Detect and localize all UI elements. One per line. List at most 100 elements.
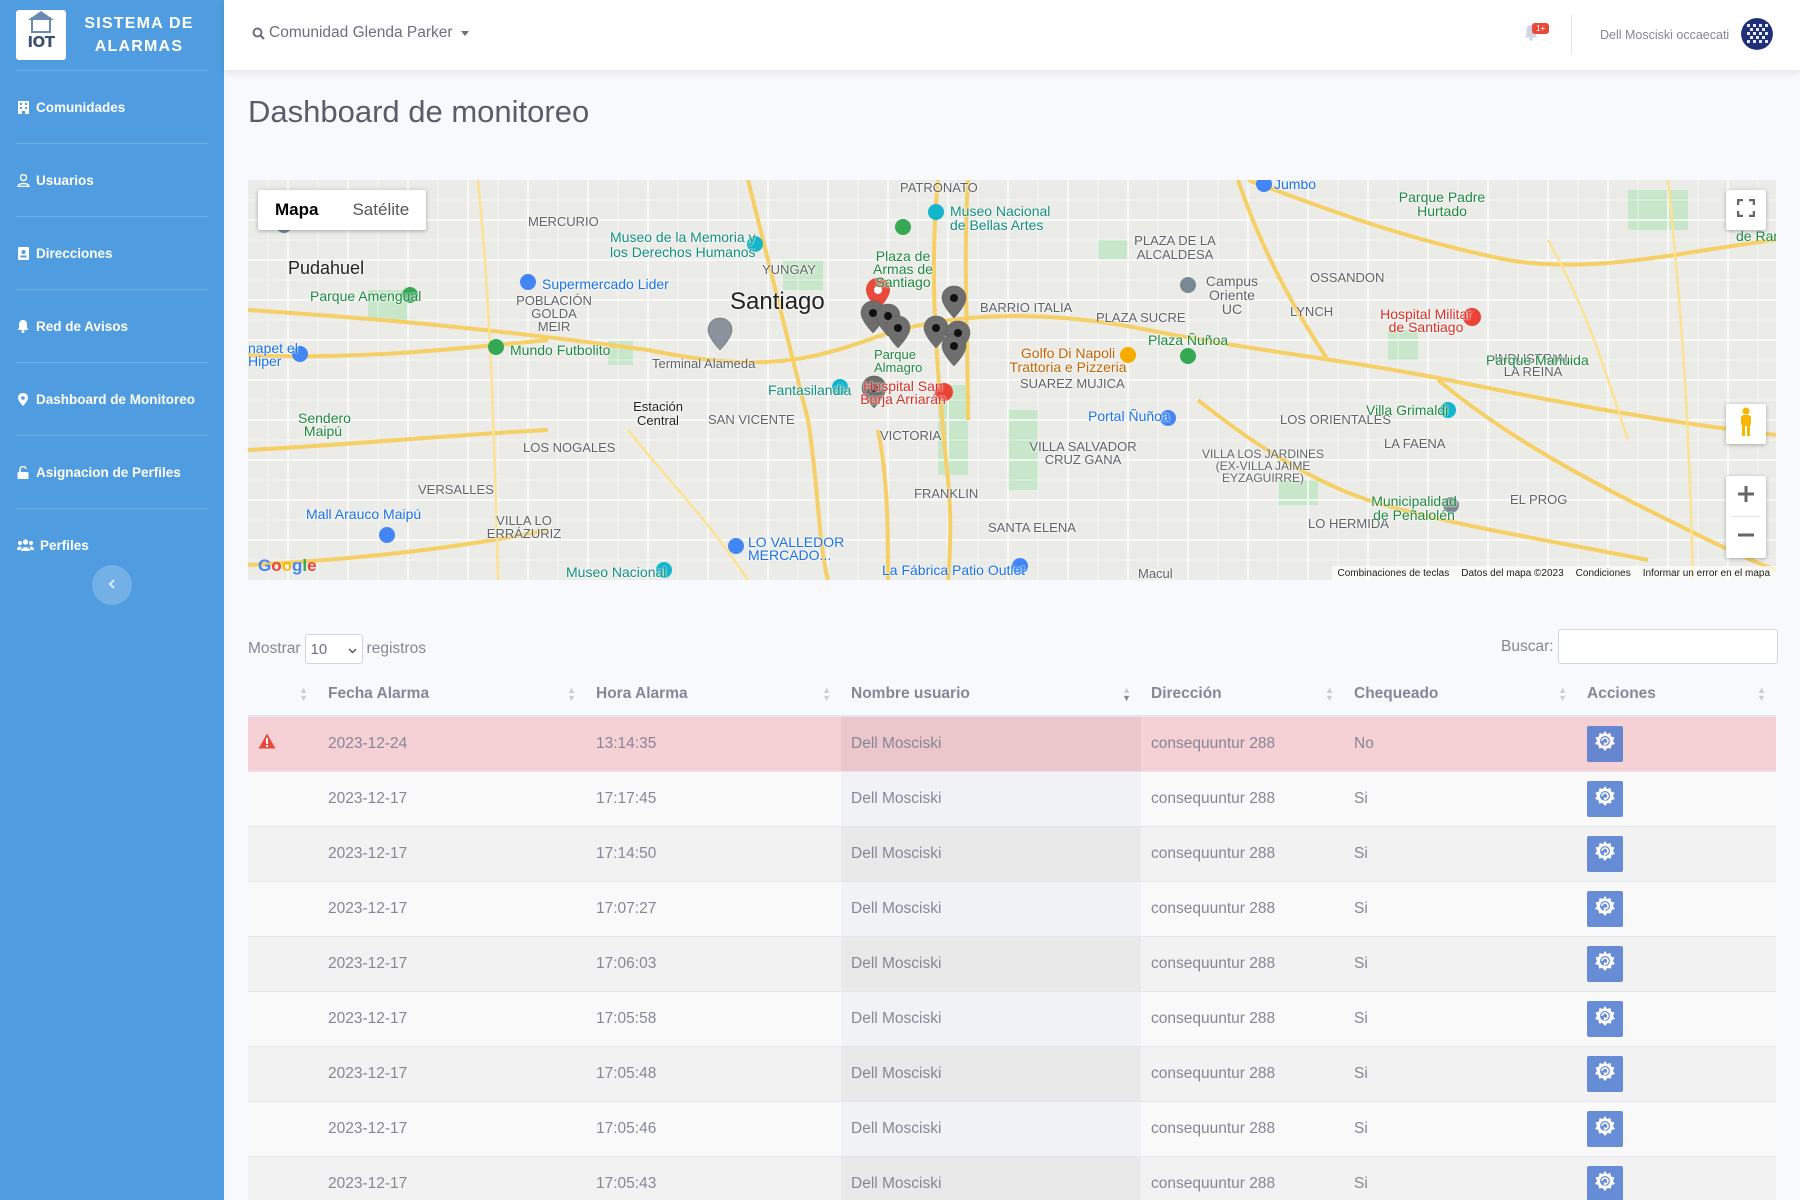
column-header-direccion[interactable]: Dirección ▲ ▼ bbox=[1141, 673, 1344, 717]
zoom-control bbox=[1726, 476, 1766, 558]
zoom-in-button[interactable] bbox=[1731, 476, 1761, 517]
map-label-terminal: Terminal Alameda bbox=[652, 356, 756, 371]
sidebar-item-label: Red de Avisos bbox=[36, 318, 129, 334]
nombre-cell: Dell Mosciski bbox=[841, 1100, 1141, 1156]
sidebar-toggle-button[interactable] bbox=[92, 565, 132, 605]
map-label-suarez: SUAREZ MUJICA bbox=[1020, 376, 1125, 391]
column-header-acciones[interactable]: Acciones ▲ ▼ bbox=[1577, 673, 1776, 717]
direccion-cell: consequuntur 288 bbox=[1141, 935, 1344, 991]
table-row: 2023-12-17 17:05:43 Dell Mosciski consequun… bbox=[248, 1155, 1776, 1200]
google-logo[interactable]: Google bbox=[258, 556, 317, 576]
gear-refresh-icon bbox=[1593, 1114, 1617, 1143]
check-alarm-button[interactable] bbox=[1587, 945, 1623, 982]
direccion-cell: consequuntur 288 bbox=[1141, 1100, 1344, 1156]
page-length-control: Mostrar 10 registros bbox=[248, 634, 426, 664]
map-keyboard-shortcuts-link[interactable]: Combinaciones de teclas bbox=[1338, 568, 1450, 579]
fecha-cell: 2023-12-17 bbox=[318, 880, 586, 936]
map-label-parque-amengual: Parque Amengual bbox=[310, 288, 422, 304]
check-alarm-button[interactable] bbox=[1587, 1165, 1623, 1200]
nombre-cell: Dell Mosciski bbox=[841, 990, 1141, 1046]
map-report-error-link[interactable]: Informar un error en el mapa bbox=[1643, 568, 1770, 579]
user-icon bbox=[16, 173, 30, 187]
search-icon bbox=[252, 27, 265, 40]
user-name[interactable]: Dell Mosciski occaecati bbox=[1600, 28, 1729, 42]
table-body: 2023-12-24 13:14:35 Dell Mosciski consequun… bbox=[248, 715, 1776, 1200]
fullscreen-button[interactable] bbox=[1726, 190, 1766, 230]
chevron-down-icon bbox=[348, 641, 357, 658]
map-label-patronato: PATRONATO bbox=[900, 180, 978, 195]
map-label-museo-memoria: Museo de la Memoria y los Derechos Human… bbox=[610, 229, 756, 260]
zoom-out-button[interactable] bbox=[1737, 517, 1755, 558]
topbar-divider bbox=[1571, 15, 1572, 55]
map-label-mundo-futbolito: Mundo Futbolito bbox=[510, 342, 611, 358]
alarms-table: ▲ ▼ Fecha Alarma ▲ ▼ Hora Alarma ▲ ▼ Nombre u… bbox=[248, 673, 1776, 1200]
search-label: Buscar: bbox=[1501, 637, 1554, 655]
column-header-hora[interactable]: Hora Alarma ▲ ▼ bbox=[586, 673, 841, 717]
search-input[interactable] bbox=[1557, 629, 1778, 664]
check-alarm-button[interactable] bbox=[1587, 1055, 1623, 1092]
check-alarm-button[interactable] bbox=[1587, 780, 1623, 817]
gear-refresh-icon bbox=[1593, 729, 1617, 758]
map-label-villa-lo-errazuriz: VILLA LO ERRÁZURIZ bbox=[486, 513, 562, 541]
table-row: 2023-12-17 17:06:03 Dell Mosciski consequun… bbox=[248, 935, 1776, 991]
check-alarm-button[interactable] bbox=[1587, 835, 1623, 872]
map-marker-icon bbox=[16, 392, 30, 406]
alerts-badge: 1+ bbox=[1532, 23, 1550, 34]
avatar[interactable] bbox=[1741, 18, 1773, 50]
direccion-cell: consequuntur 288 bbox=[1141, 1155, 1344, 1200]
check-alarm-button[interactable] bbox=[1587, 1000, 1623, 1037]
sidebar-item-direcciones[interactable]: Direcciones bbox=[0, 217, 224, 289]
fecha-cell: 2023-12-24 bbox=[318, 715, 586, 771]
column-header-status[interactable]: ▲ ▼ bbox=[248, 673, 318, 717]
map-terms-link[interactable]: Condiciones bbox=[1576, 568, 1631, 579]
check-alarm-button[interactable] bbox=[1587, 890, 1623, 927]
hora-cell: 17:05:48 bbox=[586, 1045, 841, 1101]
direccion-cell: consequuntur 288 bbox=[1141, 990, 1344, 1046]
sidebar-item-red-de-avisos[interactable]: Red de Avisos bbox=[0, 290, 224, 362]
page-length-select[interactable]: 10 bbox=[304, 634, 363, 664]
chequeado-cell: Si bbox=[1344, 935, 1577, 991]
chevron-left-icon bbox=[108, 576, 116, 594]
map-label-golfo: Golfo Di Napoli Trattoria e Pizzeria bbox=[1009, 345, 1127, 375]
fecha-cell: 2023-12-17 bbox=[318, 1100, 586, 1156]
check-alarm-button[interactable] bbox=[1587, 1110, 1623, 1147]
table-row: 2023-12-17 17:05:58 Dell Mosciski consequun… bbox=[248, 990, 1776, 1046]
sidebar-item-label: Perfiles bbox=[40, 537, 89, 553]
hora-cell: 17:05:46 bbox=[586, 1100, 841, 1156]
status-cell bbox=[248, 935, 318, 991]
column-header-chequeado[interactable]: Chequeado ▲ ▼ bbox=[1344, 673, 1577, 717]
sidebar-item-label: Usuarios bbox=[36, 172, 94, 188]
gear-refresh-icon bbox=[1593, 949, 1617, 978]
check-alarm-button[interactable] bbox=[1587, 725, 1623, 762]
map[interactable]: Santiago Pudahuel MERCURIO POBLACIÓN GOL… bbox=[248, 180, 1776, 580]
sidebar-item-dashboard-de-monitoreo[interactable]: Dashboard de Monitoreo bbox=[0, 363, 224, 435]
brand[interactable]: IOT SISTEMA DE ALARMAS bbox=[0, 0, 224, 70]
sidebar-item-usuarios[interactable]: Usuarios bbox=[0, 144, 224, 216]
community-dropdown[interactable]: Comunidad Glenda Parker bbox=[252, 24, 469, 42]
status-cell bbox=[248, 990, 318, 1046]
address-card-icon bbox=[16, 246, 30, 260]
gear-refresh-icon bbox=[1593, 1169, 1617, 1198]
acciones-cell bbox=[1577, 715, 1776, 771]
sidebar-item-asignacion-de-perfiles[interactable]: Asignacion de Perfiles bbox=[0, 436, 224, 508]
street-view-pegman[interactable] bbox=[1726, 404, 1766, 444]
show-label: Mostrar bbox=[248, 640, 301, 657]
map-label-parque-padre: Parque Padre Hurtado bbox=[1398, 189, 1486, 219]
acciones-cell bbox=[1577, 1100, 1776, 1156]
map-type-map-button[interactable]: Mapa bbox=[258, 190, 335, 230]
map-label-santiago: Santiago bbox=[730, 288, 825, 315]
map-footer: Combinaciones de teclas Datos del mapa ©… bbox=[1331, 566, 1776, 580]
nombre-cell: Dell Mosciski bbox=[841, 770, 1141, 826]
sidebar-item-label: Dashboard de Monitoreo bbox=[36, 391, 196, 407]
column-header-nombre[interactable]: Nombre usuario ▲ ▼ bbox=[841, 673, 1141, 717]
column-header-fecha[interactable]: Fecha Alarma ▲ ▼ bbox=[318, 673, 586, 717]
chequeado-cell: Si bbox=[1344, 770, 1577, 826]
map-type-satellite-button[interactable]: Satélite bbox=[335, 190, 426, 230]
map-label-yungay: YUNGAY bbox=[762, 262, 816, 277]
map-label-mall-arauco: Mall Arauco Maipú bbox=[306, 506, 422, 522]
sidebar-item-label: Direcciones bbox=[36, 245, 113, 261]
table-row: 2023-12-17 17:05:48 Dell Mosciski consequun… bbox=[248, 1045, 1776, 1101]
sidebar-item-comunidades[interactable]: Comunidades bbox=[0, 71, 224, 143]
map-label-museo-bellas: Museo Nacional de Bellas Artes bbox=[950, 203, 1051, 233]
table-header-row: ▲ ▼ Fecha Alarma ▲ ▼ Hora Alarma ▲ ▼ Nombre u… bbox=[248, 673, 1776, 717]
